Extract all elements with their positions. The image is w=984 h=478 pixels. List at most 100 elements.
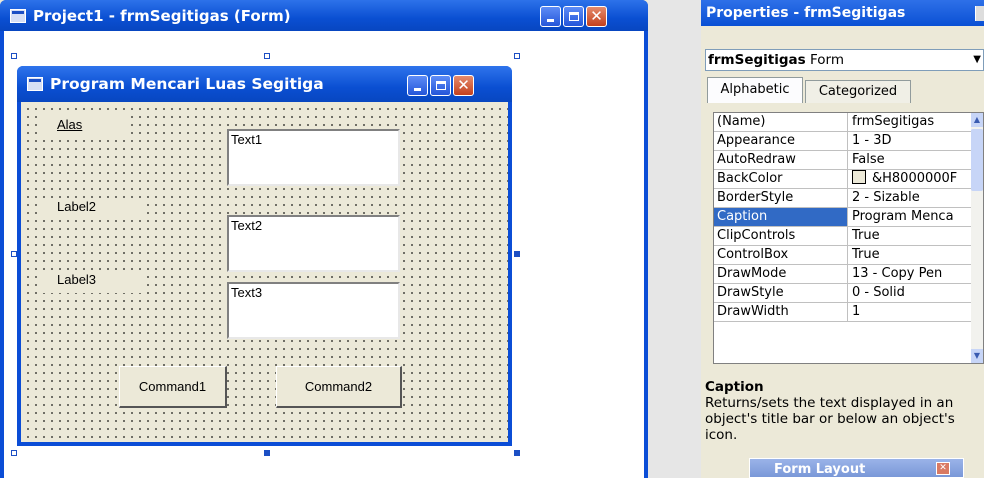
form-layout-title: Form Layout [774, 462, 866, 477]
property-value[interactable]: &H8000000F [848, 170, 972, 188]
property-name: DrawMode [714, 265, 848, 283]
form-layout-window[interactable]: Form Layout ✕ [749, 458, 964, 478]
property-row[interactable]: DrawMode 13 - Copy Pen [714, 265, 972, 284]
scroll-up-icon[interactable]: ▲ [971, 113, 983, 127]
form-window[interactable]: Program Mencari Luas Segitiga ✕ Alas Lab… [17, 66, 512, 446]
property-row[interactable]: AutoRedraw False [714, 151, 972, 170]
form-layout-close-button[interactable]: ✕ [936, 462, 950, 475]
minimize-icon [547, 19, 554, 22]
designer-title: Project1 - frmSegitigas (Form) [33, 6, 291, 25]
tab-alphabetic[interactable]: Alphabetic [707, 77, 803, 103]
label-2[interactable]: Label2 [41, 198, 143, 220]
property-value-text: &H8000000F [872, 171, 958, 186]
resize-handle[interactable] [11, 53, 17, 59]
properties-title: Properties - frmSegitigas [706, 5, 906, 21]
property-name: (Name) [714, 113, 848, 131]
desktop-gap [648, 0, 701, 478]
property-value-text: frmSegitigas [852, 114, 935, 129]
property-row[interactable]: BorderStyle 2 - Sizable [714, 189, 972, 208]
property-name: AutoRedraw [714, 151, 848, 169]
property-grid[interactable]: (Name) frmSegitigas Appearance 1 - 3D AutoRe… [713, 112, 984, 364]
property-name: ClipControls [714, 227, 848, 245]
close-icon: ✕ [457, 76, 470, 94]
form-canvas[interactable]: Alas Label2 Label3 Text1 Text2 Text3 Com… [21, 102, 508, 442]
project-window-icon [10, 8, 26, 23]
property-value-text: 0 - Solid [852, 285, 905, 300]
form-title: Program Mencari Luas Segitiga [50, 75, 324, 93]
resize-handle[interactable] [514, 53, 520, 59]
command-button-2[interactable]: Command2 [276, 366, 402, 408]
property-grid-rows: (Name) frmSegitigas Appearance 1 - 3D AutoRe… [714, 113, 972, 322]
textbox-2[interactable]: Text2 [227, 215, 400, 272]
property-grid-scrollbar[interactable]: ▲ ▼ [971, 113, 983, 363]
scroll-down-icon[interactable]: ▼ [971, 349, 983, 363]
object-name: frmSegitigas [708, 52, 806, 68]
close-icon: ✕ [590, 7, 603, 25]
property-row[interactable]: Appearance 1 - 3D [714, 132, 972, 151]
property-value[interactable]: True [848, 246, 972, 264]
object-type: Form [809, 52, 844, 68]
designer-close-button[interactable]: ✕ [586, 6, 607, 27]
property-value-text: True [852, 247, 880, 262]
property-value-text: 1 [852, 304, 861, 319]
property-value[interactable]: 1 - 3D [848, 132, 972, 150]
designer-maximize-button[interactable] [563, 6, 584, 27]
property-row[interactable]: DrawWidth 1 [714, 303, 972, 322]
command-button-1[interactable]: Command1 [119, 366, 227, 408]
property-value-text: 2 - Sizable [852, 190, 920, 205]
textbox-1[interactable]: Text1 [227, 129, 400, 186]
minimize-icon [414, 88, 421, 91]
property-name: DrawStyle [714, 284, 848, 302]
resize-handle[interactable] [264, 53, 270, 59]
resize-handle[interactable] [514, 251, 520, 257]
property-name: Caption [714, 208, 848, 226]
property-value-text: Program Menca [852, 209, 954, 224]
description-text: Returns/sets the text displayed in an ob… [705, 395, 955, 443]
property-value[interactable]: 13 - Copy Pen [848, 265, 972, 283]
designer-minimize-button[interactable] [540, 6, 561, 27]
property-value[interactable]: Program Menca [848, 208, 972, 226]
property-value[interactable]: 2 - Sizable [848, 189, 972, 207]
resize-handle[interactable] [514, 450, 520, 456]
chevron-down-icon[interactable]: ▼ [973, 50, 981, 70]
textbox-3[interactable]: Text3 [227, 282, 400, 339]
property-row[interactable]: Caption Program Menca [714, 208, 972, 227]
property-value[interactable]: True [848, 227, 972, 245]
property-row[interactable]: ControlBox True [714, 246, 972, 265]
property-value[interactable]: 0 - Solid [848, 284, 972, 302]
tab-categorized[interactable]: Categorized [805, 80, 911, 103]
property-name: BorderStyle [714, 189, 848, 207]
property-value-text: 13 - Copy Pen [852, 266, 943, 281]
property-name: Appearance [714, 132, 848, 150]
property-value[interactable]: False [848, 151, 972, 169]
label-3[interactable]: Label3 [41, 271, 143, 293]
form-window-icon [27, 77, 43, 91]
property-row[interactable]: BackColor &H8000000F [714, 170, 972, 189]
properties-window: Properties - frmSegitigas frmSegitigas F… [701, 0, 984, 478]
property-name: ControlBox [714, 246, 848, 264]
description-title: Caption [705, 379, 764, 395]
properties-title-bar[interactable]: Properties - frmSegitigas [701, 0, 984, 26]
maximize-icon [435, 81, 446, 90]
property-value[interactable]: frmSegitigas [848, 113, 972, 131]
form-minimize-button[interactable] [407, 75, 428, 96]
property-row[interactable]: ClipControls True [714, 227, 972, 246]
scroll-thumb[interactable] [971, 129, 983, 191]
maximize-icon [568, 12, 579, 21]
resize-handle[interactable] [264, 450, 270, 456]
object-selector[interactable]: frmSegitigas Form ▼ [705, 49, 984, 71]
property-value-text: True [852, 228, 880, 243]
property-row[interactable]: (Name) frmSegitigas [714, 113, 972, 132]
properties-close-stub[interactable] [975, 6, 984, 21]
property-name: DrawWidth [714, 303, 848, 321]
property-row[interactable]: DrawStyle 0 - Solid [714, 284, 972, 303]
color-swatch-icon [852, 170, 866, 184]
property-value-text: 1 - 3D [852, 133, 892, 148]
resize-handle[interactable] [11, 450, 17, 456]
form-close-button[interactable]: ✕ [453, 75, 474, 96]
property-name: BackColor [714, 170, 848, 188]
form-maximize-button[interactable] [430, 75, 451, 96]
label-alas[interactable]: Alas [41, 116, 127, 138]
property-value-text: False [852, 152, 885, 167]
property-value[interactable]: 1 [848, 303, 972, 321]
